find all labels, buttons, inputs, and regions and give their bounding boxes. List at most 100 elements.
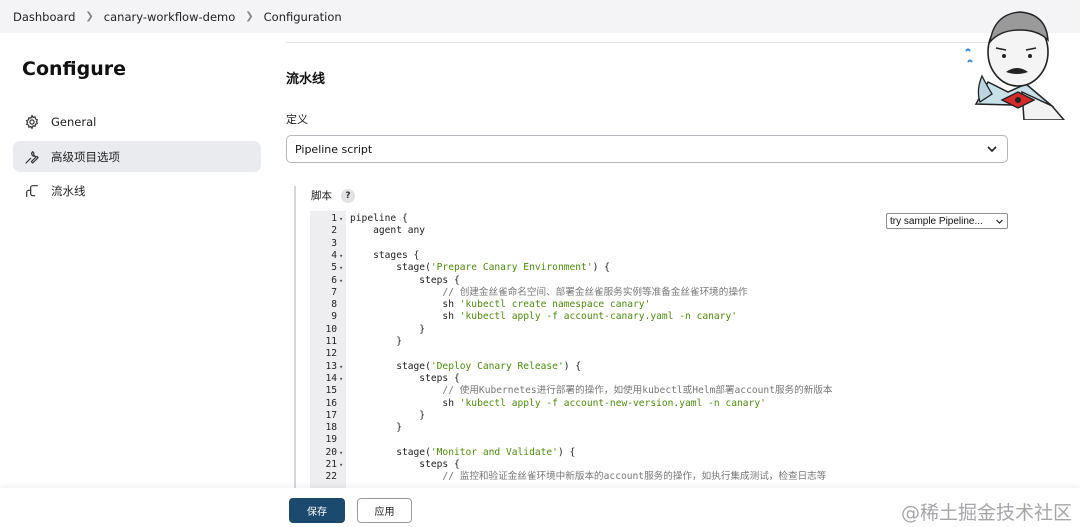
code-text: // 创建金丝雀命名空间、部署金丝雀服务实例等准备金丝雀环境的操作 [350,286,748,299]
code-token: sh [350,299,460,311]
code-text: steps { [350,372,460,385]
code-string: 'kubectl apply -f account-new-version.ya… [459,397,766,409]
fold-arrow-icon[interactable]: ▾ [339,275,343,287]
code-line: 3 [310,238,1008,250]
code-token: steps { [350,459,460,470]
code-line: 14 ▾ steps { [310,373,1008,385]
code-comment: // 使用Kubernetes进行部署的操作，如使用kubectl或Helm部署… [350,385,833,397]
fold-arrow-icon[interactable]: ▾ [339,213,343,225]
code-line: 6 ▾ steps { [310,275,1008,287]
code-line: 17 } [310,410,1008,422]
code-text: stage('Monitor and Validate') { [350,447,575,459]
fold-arrow-icon[interactable]: ▾ [339,459,343,471]
fold-arrow-icon[interactable]: ▾ [339,361,343,373]
line-number: 16 [325,397,337,409]
code-line: 16 sh 'kubectl apply -f account-new-vers… [310,398,1008,410]
code-token: ) { [592,262,610,274]
code-token: steps { [350,372,460,384]
code-token: } [350,422,402,434]
line-number: 8 [331,299,337,311]
definition-select-value: Pipeline script [295,142,373,156]
code-comment: // 创建金丝雀命名空间、部署金丝雀服务实例等准备金丝雀环境的操作 [350,286,748,298]
code-text: sh 'kubectl apply -f account-new-version… [350,397,766,410]
sample-pipeline-select[interactable]: try sample Pipeline... [886,213,1008,229]
definition-select[interactable]: Pipeline script [286,135,1008,163]
code-text: pipeline { [350,213,408,225]
code-text: sh 'kubectl apply -f account-canary.yaml… [350,311,737,323]
line-number: 21 [325,459,337,470]
line-number: 10 [325,323,337,335]
save-button[interactable]: 保存 [289,498,345,523]
help-icon[interactable]: ? [341,188,355,203]
line-number: 3 [331,237,337,249]
line-number: 2 [331,225,337,237]
code-token: stages { [350,249,420,261]
pipeline-icon [23,182,41,200]
line-number: 5 [331,262,337,274]
code-string: 'kubectl apply -f account-canary.yaml -n… [459,311,737,323]
code-token: stage( [350,446,431,458]
fold-arrow-icon[interactable]: ▾ [339,262,343,274]
code-text: sh 'kubectl create namespace canary' [350,299,650,311]
chevron-down-icon [986,143,998,158]
code-line: 20 ▾ stage('Monitor and Validate') { [310,447,1008,459]
code-line: 19 [310,434,1008,446]
script-label-text: 脚本 [311,190,332,202]
code-line: 12 [310,348,1008,360]
line-number: 15 [325,385,337,397]
line-number: 7 [331,286,337,298]
code-token: ) { [557,446,576,458]
code-text: } [350,422,402,434]
code-text: steps { [350,275,459,287]
line-number: 18 [325,422,337,434]
code-line: 7 // 创建金丝雀命名空间、部署金丝雀服务实例等准备金丝雀环境的操作 [310,287,1008,299]
code-token: ) { [563,360,582,372]
sidebar-item-label: 流水线 [51,183,86,198]
script-label: 脚本 ? [311,188,355,203]
line-number: 6 [331,274,337,286]
avatar [965,11,1065,120]
code-string: 'kubectl create namespace canary' [459,299,651,311]
line-number: 9 [331,311,337,323]
gear-icon [23,113,41,131]
code-line: 4 ▾ stages { [310,250,1008,262]
fold-arrow-icon[interactable]: ▾ [339,447,343,459]
code-line: 22 // 监控和验证金丝雀环境中新版本的account服务的操作，如执行集成测… [310,471,1008,483]
breadcrumb-project[interactable]: canary-workflow-demo [104,10,235,24]
apply-button[interactable]: 应用 [357,498,412,523]
script-editor[interactable]: 1 ▾ pipeline {2 agent any 3 4 ▾ stages {5 ▾ st… [310,211,1008,496]
sidebar-item-pipeline[interactable]: 流水线 [13,175,261,206]
code-line: 13 ▾ stage('Deploy Canary Release') { [310,361,1008,373]
line-number: 19 [325,434,337,446]
fold-arrow-icon[interactable]: ▾ [339,373,343,385]
sidebar-item-general[interactable]: General [13,106,261,137]
breadcrumb-dashboard[interactable]: Dashboard [13,10,75,24]
line-number: 4 [331,249,337,261]
code-token: sh [350,311,460,323]
breadcrumb-configuration[interactable]: Configuration [264,10,342,24]
code-comment: // 监控和验证金丝雀环境中新版本的account服务的操作，如执行集成测试，检… [350,471,827,483]
definition-label: 定义 [286,113,308,126]
fold-arrow-icon[interactable]: ▾ [339,250,343,262]
code-text: steps { [350,459,460,471]
chevron-right-icon: ❯ [85,11,94,22]
line-number: 12 [325,348,337,360]
code-token: agent any [350,225,426,237]
code-text: // 监控和验证金丝雀环境中新版本的account服务的操作，如执行集成测试，检… [350,471,826,483]
code-token: stage( [350,262,431,274]
chevron-down-icon [995,217,1004,229]
code-text: stage('Prepare Canary Environment') { [350,262,610,274]
watermark: @稀土掘金技术社区 [900,502,1072,524]
line-number: 17 [325,409,337,421]
code-text: stages { [350,250,419,262]
code-line: 18 } [310,422,1008,434]
sidebar-title: Configure [22,58,126,80]
line-number: 22 [325,471,337,483]
sidebar-item-advanced[interactable]: 高级项目选项 [13,141,261,172]
line-number: 14 [325,372,337,384]
code-text: } [350,410,425,422]
sample-pipeline-select-value: try sample Pipeline... [890,215,983,227]
line-number: 1 [331,213,337,224]
code-string: 'Monitor and Validate' [430,446,558,458]
code-line: 15 // 使用Kubernetes进行部署的操作，如使用kubectl或Hel… [310,385,1008,397]
